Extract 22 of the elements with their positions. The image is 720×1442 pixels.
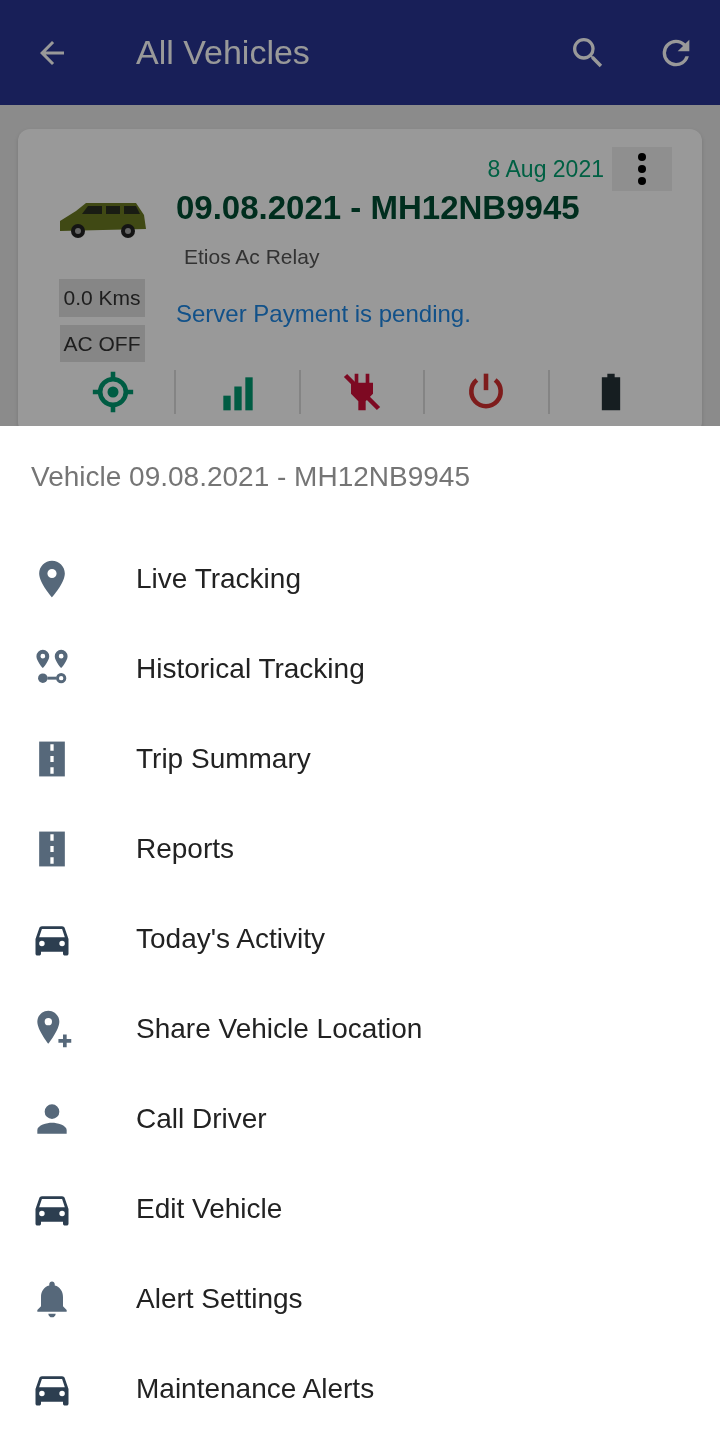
menu-item[interactable]: Alert Settings: [0, 1254, 720, 1344]
menu-item[interactable]: Trip Summary: [0, 714, 720, 804]
menu-item[interactable]: Share Vehicle Location: [0, 984, 720, 1074]
menu-item[interactable]: Today's Activity: [0, 894, 720, 984]
sheet-title: Vehicle 09.08.2021 - MH12NB9945: [30, 460, 471, 494]
menu-item[interactable]: Maintenance Alerts: [0, 1344, 720, 1434]
screen-title: All Vehicles: [136, 32, 310, 73]
vehicle-name: 09.08.2021 - MH12NB9945: [176, 188, 580, 228]
distance-label: 0.0 Kms: [59, 279, 145, 317]
more-icon: [637, 153, 647, 185]
menu-item[interactable]: Live Tracking: [0, 534, 720, 624]
vehicle-card[interactable]: 8 Aug 2021 0.0 Kms AC OFF 09.08.2021 - MH12NB9945 Etios Ac Relay Server Payment is pending.: [18, 129, 702, 426]
date-text: 8 Aug 2021: [487, 154, 604, 184]
menu-item[interactable]: Historical Tracking: [0, 624, 720, 714]
menu-item[interactable]: Reports: [0, 804, 720, 894]
menu-item[interactable]: Call Driver: [0, 1074, 720, 1164]
more-button[interactable]: [612, 147, 672, 191]
ac-status-label: AC OFF: [59, 324, 145, 362]
target-icon: [91, 370, 136, 414]
payment-message: Server Payment is pending.: [176, 299, 472, 329]
vehicle-model: Etios Ac Relay: [184, 243, 321, 270]
menu-item[interactable]: Edit Vehicle: [0, 1164, 720, 1254]
